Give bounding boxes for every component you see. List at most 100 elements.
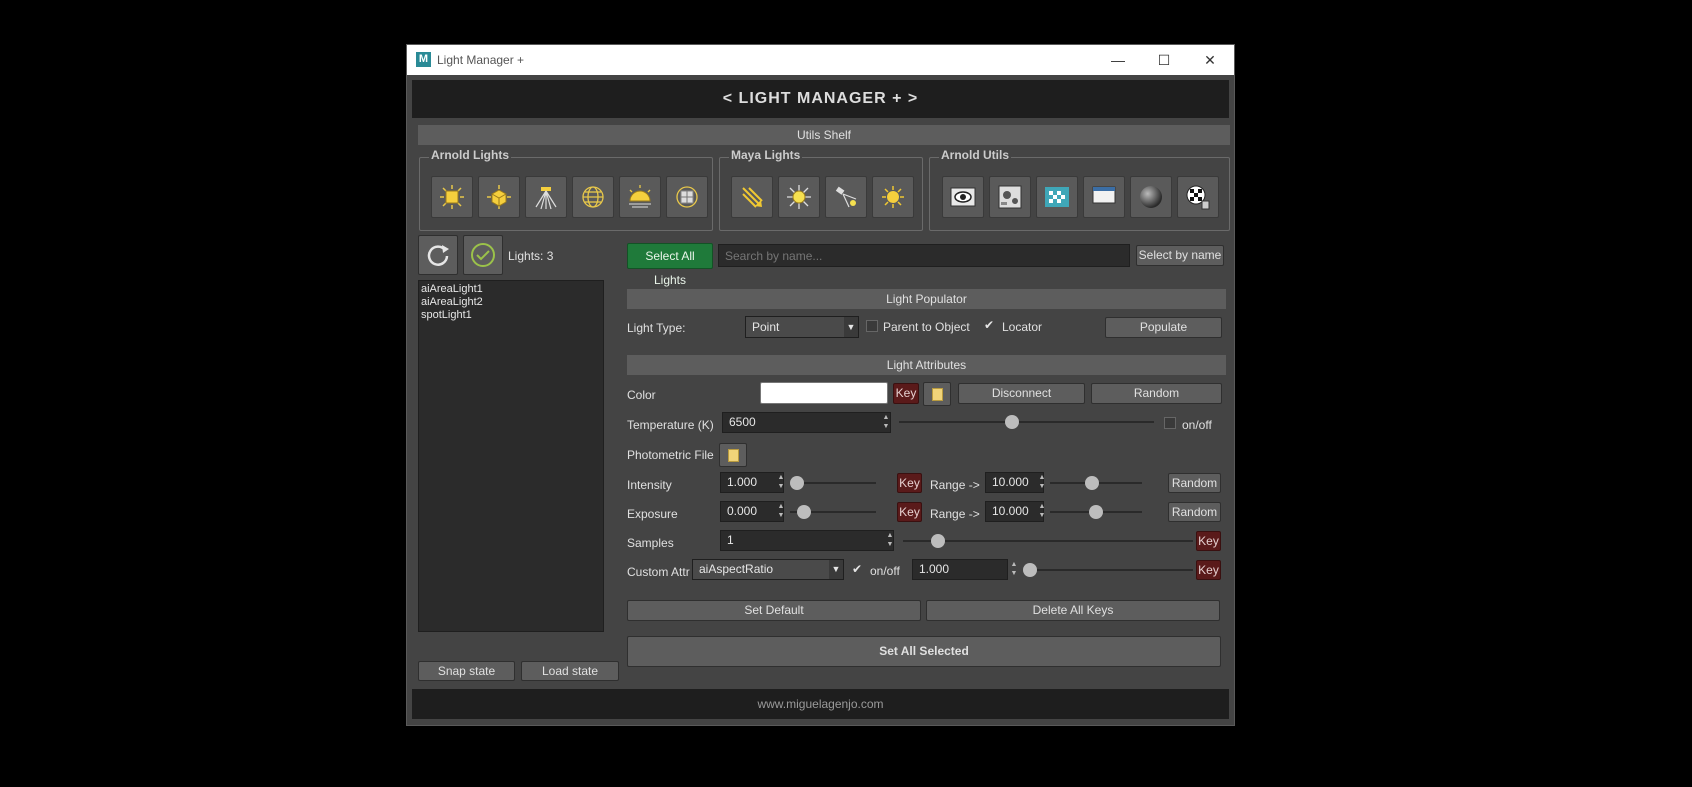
render-view-button[interactable] bbox=[942, 176, 984, 218]
custom-attr-toggle-checkbox[interactable]: ✔ bbox=[852, 562, 862, 576]
window-button[interactable] bbox=[1083, 176, 1125, 218]
exposure-random-button[interactable]: Random bbox=[1168, 502, 1221, 522]
ai-area-light-button[interactable] bbox=[431, 176, 473, 218]
slider-handle[interactable] bbox=[797, 505, 811, 519]
custom-attr-spinner[interactable]: ▲ ▼ bbox=[1009, 560, 1019, 578]
texture-tx-icon bbox=[1045, 187, 1069, 207]
slider-handle[interactable] bbox=[931, 534, 945, 548]
exposure-range-spinner[interactable]: ▲ ▼ bbox=[1037, 502, 1047, 520]
locator-label: Locator bbox=[1002, 320, 1043, 334]
material-sphere-button[interactable] bbox=[1130, 176, 1172, 218]
intensity-slider[interactable] bbox=[790, 475, 876, 491]
custom-attr-dropdown[interactable]: aiAspectRatio ▼ bbox=[692, 559, 844, 580]
exposure-spinner[interactable]: ▲ ▼ bbox=[776, 502, 786, 520]
checker-shader-button[interactable] bbox=[1177, 176, 1219, 218]
intensity-random-button[interactable]: Random bbox=[1168, 473, 1221, 493]
footer-link[interactable]: www.miguelagenjo.com bbox=[412, 689, 1229, 719]
ambient-light-button[interactable] bbox=[872, 176, 914, 218]
set-all-selected-button[interactable]: Set All Selected bbox=[627, 636, 1221, 667]
slider-handle[interactable] bbox=[1085, 476, 1099, 490]
exposure-field[interactable]: 0.000 bbox=[720, 501, 784, 522]
maya-lights-buttons bbox=[731, 176, 914, 218]
slider-handle[interactable] bbox=[1089, 505, 1103, 519]
ai-light-portal-button[interactable] bbox=[666, 176, 708, 218]
directional-light-button[interactable] bbox=[731, 176, 773, 218]
light-type-value: Point bbox=[752, 320, 780, 334]
intensity-spinner[interactable]: ▲ ▼ bbox=[776, 473, 786, 491]
maximize-button[interactable]: ☐ bbox=[1141, 45, 1187, 75]
color-random-button[interactable]: Random bbox=[1091, 383, 1222, 404]
custom-attr-label: Custom Attr bbox=[627, 565, 690, 579]
light-list-item[interactable]: aiAreaLight1 bbox=[421, 283, 601, 296]
spot-light-button[interactable] bbox=[825, 176, 867, 218]
intensity-field[interactable]: 1.000 bbox=[720, 472, 784, 493]
point-light-button[interactable] bbox=[778, 176, 820, 218]
delete-all-keys-button[interactable]: Delete All Keys bbox=[926, 600, 1220, 621]
color-key-button[interactable]: Key bbox=[893, 383, 919, 404]
locator-checkbox[interactable]: ✔ bbox=[984, 318, 994, 332]
ai-mesh-light-button[interactable] bbox=[478, 176, 520, 218]
intensity-value: 1.000 bbox=[727, 475, 758, 489]
exposure-value: 0.000 bbox=[727, 504, 758, 518]
custom-attr-slider[interactable] bbox=[1023, 562, 1193, 578]
minimize-button[interactable]: — bbox=[1095, 45, 1141, 75]
intensity-range-slider[interactable] bbox=[1050, 475, 1142, 491]
parent-to-object-checkbox[interactable] bbox=[866, 320, 878, 332]
light-list-item[interactable]: aiAreaLight2 bbox=[421, 296, 601, 309]
exposure-label: Exposure bbox=[627, 507, 678, 521]
intensity-range-spinner[interactable]: ▲ ▼ bbox=[1037, 473, 1047, 491]
slider-handle[interactable] bbox=[1023, 563, 1037, 577]
search-input[interactable] bbox=[718, 244, 1130, 267]
ai-skydome-light-button[interactable] bbox=[572, 176, 614, 218]
select-listed-button[interactable] bbox=[463, 235, 503, 275]
photometric-file-button[interactable] bbox=[719, 443, 747, 467]
exposure-key-button[interactable]: Key bbox=[897, 502, 922, 522]
custom-attr-field-value: 1.000 bbox=[919, 562, 950, 576]
samples-field[interactable]: 1 bbox=[720, 530, 894, 551]
select-by-name-button[interactable]: Select by name bbox=[1136, 245, 1224, 266]
light-list[interactable]: aiAreaLight1 aiAreaLight2 spotLight1 bbox=[418, 280, 604, 632]
ai-photometric-light-button[interactable] bbox=[525, 176, 567, 218]
custom-attr-field[interactable]: 1.000 bbox=[912, 559, 1008, 580]
intensity-range-field[interactable]: 10.000 bbox=[985, 472, 1044, 493]
ai-photometric-light-icon bbox=[535, 187, 557, 210]
exposure-range-slider[interactable] bbox=[1050, 504, 1142, 520]
chevron-down-icon: ▼ bbox=[844, 317, 858, 337]
intensity-key-button[interactable]: Key bbox=[897, 473, 922, 493]
exposure-slider[interactable] bbox=[790, 504, 876, 520]
populate-button[interactable]: Populate bbox=[1105, 317, 1222, 338]
slider-handle[interactable] bbox=[790, 476, 804, 490]
temperature-slider[interactable] bbox=[899, 414, 1154, 430]
exposure-range-field[interactable]: 10.000 bbox=[985, 501, 1044, 522]
close-button[interactable]: ✕ bbox=[1187, 45, 1233, 75]
refresh-icon bbox=[427, 245, 449, 266]
intensity-label: Intensity bbox=[627, 478, 672, 492]
snap-state-button[interactable]: Snap state bbox=[418, 661, 515, 681]
temperature-toggle-checkbox[interactable] bbox=[1164, 417, 1176, 429]
render-settings-button[interactable] bbox=[989, 176, 1031, 218]
ai-skydome-light-icon bbox=[582, 186, 604, 208]
samples-slider[interactable] bbox=[903, 533, 1193, 549]
temperature-field[interactable]: 6500 bbox=[722, 412, 891, 433]
load-state-button[interactable]: Load state bbox=[521, 661, 619, 681]
ai-physical-sky-button[interactable] bbox=[619, 176, 661, 218]
temperature-spinner[interactable]: ▲ ▼ bbox=[881, 413, 891, 431]
disconnect-button[interactable]: Disconnect bbox=[958, 383, 1085, 404]
custom-attr-key-button[interactable]: Key bbox=[1196, 560, 1221, 580]
light-type-dropdown[interactable]: Point ▼ bbox=[745, 316, 859, 338]
light-list-item[interactable]: spotLight1 bbox=[421, 309, 601, 322]
set-default-button[interactable]: Set Default bbox=[627, 600, 921, 621]
render-view-icon bbox=[950, 187, 976, 207]
checker-shader-icon bbox=[1186, 185, 1210, 210]
select-all-lights-button[interactable]: Select All Lights bbox=[627, 243, 713, 287]
color-label: Color bbox=[627, 388, 656, 402]
color-swatch[interactable] bbox=[760, 382, 888, 404]
color-file-button[interactable] bbox=[923, 382, 951, 406]
title-bar[interactable]: M Light Manager + — ☐ ✕ bbox=[407, 45, 1234, 75]
samples-spinner[interactable]: ▲ ▼ bbox=[885, 531, 895, 549]
samples-key-button[interactable]: Key bbox=[1196, 531, 1221, 551]
point-light-icon bbox=[787, 185, 811, 209]
refresh-button[interactable] bbox=[418, 235, 458, 275]
slider-handle[interactable] bbox=[1005, 415, 1019, 429]
texture-tx-button[interactable] bbox=[1036, 176, 1078, 218]
